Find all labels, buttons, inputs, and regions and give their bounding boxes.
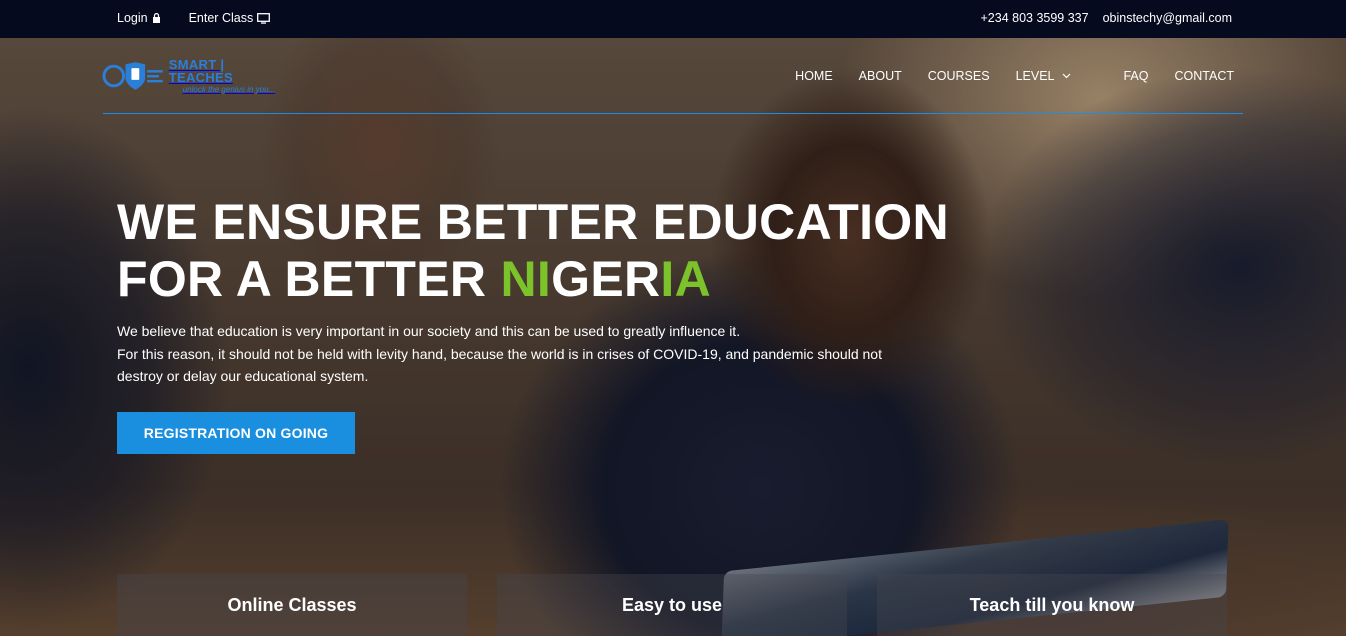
nav-item-about[interactable]: ABOUT — [859, 69, 902, 83]
nav-divider — [103, 113, 1243, 114]
monitor-icon — [257, 12, 271, 24]
phone-number: +234 803 3599 337 — [980, 11, 1089, 25]
feature-teach-till-you-know[interactable]: Teach till you know — [877, 574, 1227, 636]
headline-line-2a: FOR A BETTER — [117, 251, 501, 307]
logo-name: SMART | TEACHES — [168, 57, 233, 85]
hero-description: We believe that education is very import… — [117, 320, 907, 388]
feature-title: Teach till you know — [969, 595, 1135, 615]
nav-item-courses[interactable]: COURSES — [928, 69, 990, 83]
feature-title: Online Classes — [227, 595, 357, 615]
headline-highlight-2: IA — [660, 251, 711, 307]
logo-tagline: unlock the genius in you... — [182, 85, 276, 94]
description-line-1: We believe that education is very import… — [117, 323, 741, 339]
nav-item-level[interactable]: LEVEL — [1016, 69, 1072, 83]
feature-online-classes[interactable]: Online Classes — [117, 574, 467, 636]
logo-mark-icon — [102, 62, 163, 90]
nav-item-faq[interactable]: FAQ — [1123, 69, 1148, 83]
enter-class-label: Enter Class — [188, 11, 254, 25]
feature-easy-to-use[interactable]: Easy to use — [497, 574, 847, 636]
nav-item-home[interactable]: HOME — [795, 69, 833, 83]
headline-line-1: WE ENSURE BETTER EDUCATION — [117, 194, 949, 250]
main-nav: HOME ABOUT COURSES LEVEL FAQ CONTACT — [795, 69, 1234, 83]
chevron-down-icon — [1063, 73, 1071, 79]
description-line-2: For this reason, it should not be held w… — [117, 345, 882, 385]
login-label: Login — [117, 11, 148, 25]
enter-class-link[interactable]: Enter Class — [189, 11, 271, 25]
top-bar: Login Enter Class +234 803 3599 337 obin… — [0, 0, 1346, 38]
hero-headline: WE ENSURE BETTER EDUCATION FOR A BETTER … — [117, 194, 949, 308]
registration-button[interactable]: REGISTRATION ON GOING — [117, 412, 355, 454]
login-link[interactable]: Login — [117, 11, 161, 25]
headline-line-2c: GER — [551, 251, 661, 307]
lock-icon — [152, 13, 160, 23]
site-logo[interactable]: SMART | TEACHES unlock the genius in you… — [102, 58, 290, 94]
email-link[interactable]: obinstechy@gmail.com — [1103, 11, 1232, 25]
nav-item-contact[interactable]: CONTACT — [1175, 69, 1235, 83]
headline-highlight-1: NI — [500, 251, 552, 307]
feature-title: Easy to use — [621, 595, 723, 615]
nav-item-level-label: LEVEL — [1015, 69, 1055, 83]
